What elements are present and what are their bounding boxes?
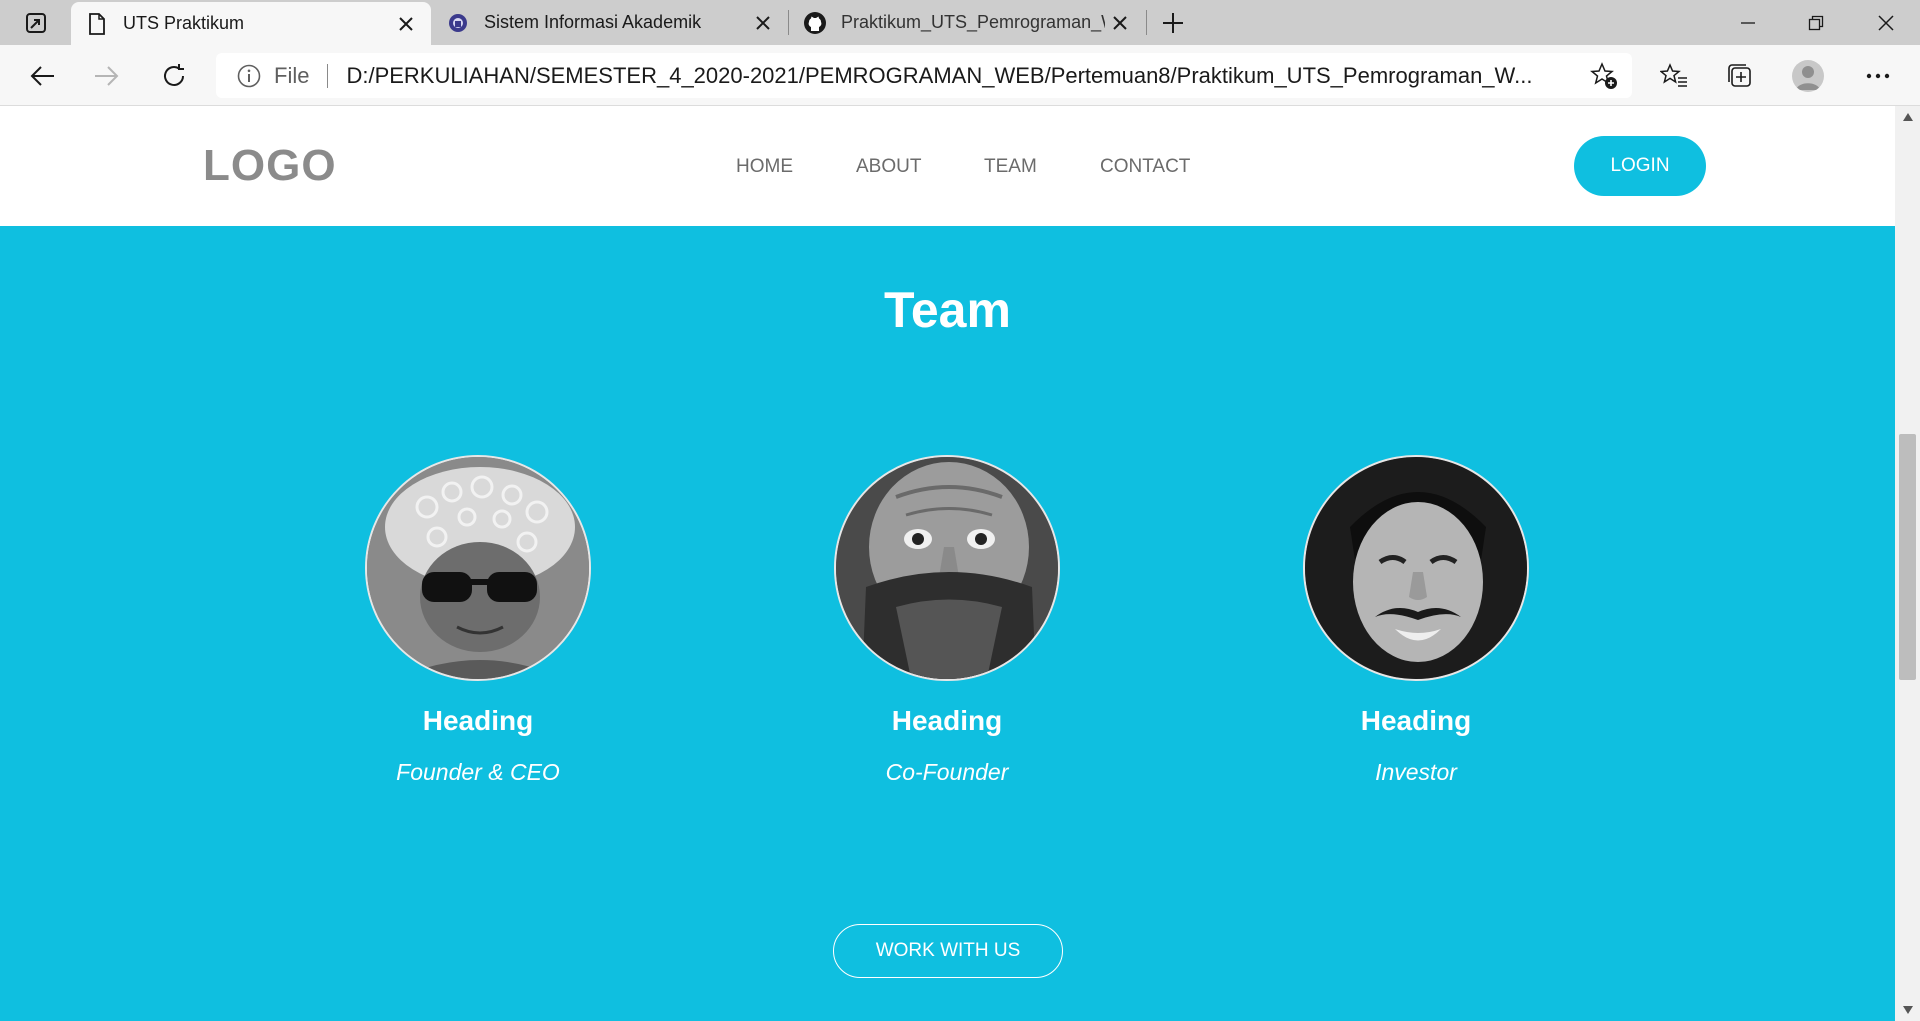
site-header: LOGO HOME ABOUT TEAM CONTACT LOGIN [0, 106, 1895, 226]
collections-button[interactable] [1718, 54, 1762, 98]
info-icon[interactable] [236, 63, 262, 89]
favorites-list-icon [1660, 63, 1687, 87]
tab-title: Praktikum_UTS_Pemrograman_W [841, 12, 1105, 32]
tab-actions-button[interactable] [0, 0, 71, 45]
page-viewport: LOGO HOME ABOUT TEAM CONTACT LOGIN Team [0, 106, 1895, 1021]
tab-title: UTS Praktikum [123, 13, 245, 33]
login-button[interactable]: LOGIN [1574, 136, 1706, 196]
address-bar[interactable]: File D:/PERKULIAHAN/SEMESTER_4_2020-2021… [216, 53, 1632, 98]
university-crest-icon [446, 11, 470, 35]
member-heading: Heading [422, 705, 534, 736]
minimize-button[interactable] [1714, 0, 1782, 45]
close-icon [1878, 14, 1894, 31]
team-section: Team Heading Founder & CEO Heading Co-Fo… [0, 226, 1895, 1021]
member-role: Founder & CEO [396, 759, 560, 785]
team-member-card: Heading Investor [1266, 455, 1566, 786]
forward-button[interactable] [85, 54, 129, 98]
settings-menu-button[interactable] [1856, 54, 1900, 98]
refresh-icon [164, 64, 184, 86]
member-photo-founder [365, 455, 591, 681]
tab-actions-icon [25, 12, 46, 33]
close-tab-icon[interactable] [1105, 8, 1135, 38]
member-role: Investor [1375, 759, 1457, 785]
member-photo-cofounder [834, 455, 1060, 681]
arrow-right-icon [95, 66, 119, 86]
collections-icon [1728, 64, 1751, 87]
tab-sistem-informasi-akademik[interactable]: Sistem Informasi Akademik [432, 0, 788, 45]
tab-title: Sistem Informasi Akademik [484, 12, 702, 32]
arrow-left-icon [30, 66, 54, 86]
page-scrollbar[interactable] [1895, 106, 1920, 1021]
tab-uts-praktikum[interactable]: UTS Praktikum [71, 2, 431, 45]
restore-button[interactable] [1782, 0, 1850, 45]
avatar [1792, 60, 1824, 92]
minimize-icon [1741, 21, 1755, 24]
profile-button[interactable] [1786, 54, 1830, 98]
scroll-up-arrow-icon[interactable] [1895, 106, 1920, 128]
restore-icon [1808, 15, 1824, 30]
close-window-button[interactable] [1852, 0, 1920, 45]
scheme-label: File [274, 62, 310, 88]
close-tab-icon[interactable] [391, 9, 421, 39]
address-divider [327, 63, 329, 88]
close-tab-icon[interactable] [748, 8, 778, 38]
member-heading: Heading [1360, 705, 1472, 736]
url-text[interactable]: D:/PERKULIAHAN/SEMESTER_4_2020-2021/PEMR… [346, 63, 1566, 89]
nav-home-link[interactable]: HOME [736, 156, 793, 178]
tab-github-repo[interactable]: Praktikum_UTS_Pemrograman_W [789, 0, 1145, 45]
member-heading: Heading [891, 705, 1003, 736]
more-dots-icon [1866, 73, 1890, 79]
scroll-thumb[interactable] [1899, 434, 1916, 680]
scroll-down-arrow-icon[interactable] [1895, 999, 1920, 1021]
nav-about-link[interactable]: ABOUT [856, 156, 921, 178]
work-with-us-button[interactable]: WORK WITH US [833, 924, 1063, 978]
nav-team-link[interactable]: TEAM [984, 156, 1037, 178]
refresh-button[interactable] [152, 54, 196, 98]
favorites-button[interactable] [1652, 54, 1696, 98]
tab-separator [1146, 10, 1147, 35]
nav-contact-link[interactable]: CONTACT [1100, 156, 1190, 178]
team-member-card: Heading Founder & CEO [328, 455, 628, 786]
site-logo[interactable]: LOGO [203, 141, 337, 191]
plus-icon [1163, 13, 1183, 33]
page-icon [85, 12, 109, 36]
browser-tab-bar: UTS Praktikum Sistem Informasi Akademik … [0, 0, 1920, 45]
add-favorite-icon[interactable] [1590, 62, 1618, 90]
back-button[interactable] [20, 54, 64, 98]
section-title: Team [884, 282, 1011, 338]
browser-toolbar: File D:/PERKULIAHAN/SEMESTER_4_2020-2021… [0, 45, 1920, 106]
new-tab-button[interactable] [1156, 7, 1190, 39]
member-photo-investor [1303, 455, 1529, 681]
team-member-card: Heading Co-Founder [797, 455, 1097, 786]
member-role: Co-Founder [885, 759, 1009, 785]
github-icon [803, 11, 827, 35]
